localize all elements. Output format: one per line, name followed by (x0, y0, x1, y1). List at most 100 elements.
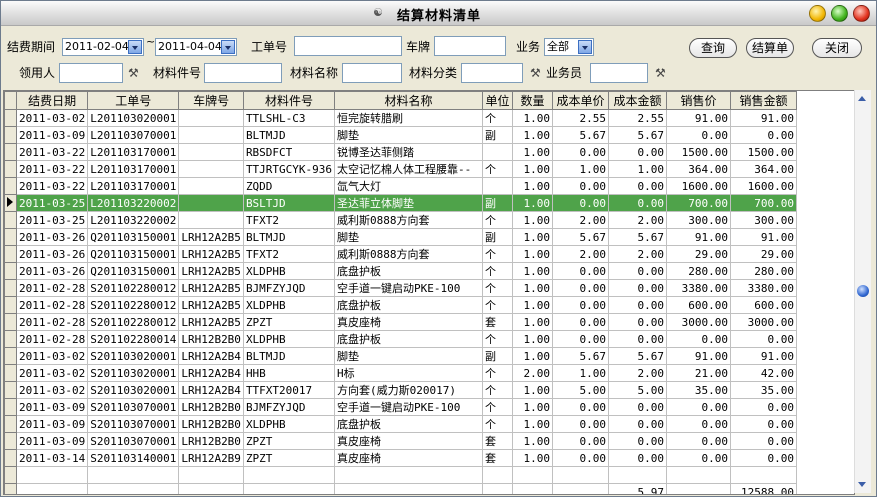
column-header[interactable]: 数量 (512, 91, 554, 110)
row-indicator[interactable] (4, 381, 17, 399)
row-indicator[interactable] (4, 347, 17, 365)
table-cell[interactable]: 0.00 (730, 432, 798, 450)
row-indicator[interactable] (4, 160, 17, 178)
maximize-button[interactable] (831, 5, 848, 22)
staff-picker-icon[interactable]: ⚒ (655, 65, 667, 81)
table-cell[interactable]: S201103070001 (87, 398, 180, 416)
table-cell[interactable]: 个 (482, 245, 514, 263)
table-cell[interactable]: L201103170001 (87, 160, 180, 178)
table-cell[interactable]: ZPZT (242, 432, 336, 450)
minimize-button[interactable] (809, 5, 826, 22)
scroll-down-icon[interactable] (858, 482, 866, 487)
table-cell[interactable]: 0.00 (730, 415, 798, 433)
column-header[interactable]: 销售金额 (730, 91, 798, 110)
table-cell[interactable]: 21.00 (666, 364, 732, 382)
table-cell[interactable]: LRH12B2B0 (178, 330, 244, 348)
table-cell[interactable] (482, 143, 514, 161)
table-cell[interactable]: 2.00 (608, 245, 668, 263)
title-bar[interactable]: ☯ 结算材料清单 (1, 1, 876, 26)
table-cell[interactable]: TTFXT20017 (242, 381, 336, 399)
table-cell[interactable]: 个 (482, 398, 514, 416)
table-cell[interactable]: L201103070001 (87, 126, 180, 144)
table-cell[interactable]: 300.00 (730, 211, 798, 229)
table-cell[interactable]: BLTMJD (242, 126, 336, 144)
table-cell[interactable]: LRH12A2B5 (178, 245, 244, 263)
table-cell[interactable]: 2011-03-02 (15, 381, 89, 399)
table-cell[interactable]: 2.00 (552, 211, 610, 229)
table-cell[interactable]: S201103020001 (87, 364, 180, 382)
table-cell[interactable] (178, 126, 244, 144)
row-indicator[interactable] (4, 364, 17, 382)
table-cell[interactable]: BJMFZYJQD (242, 398, 336, 416)
table-cell[interactable]: XLDPHB (242, 415, 336, 433)
table-cell[interactable]: 脚垫 (334, 347, 484, 365)
table-row[interactable]: 2011-02-28 S201102280014 LRH12B2B0 XLDPHB 底盘… (4, 330, 798, 348)
table-cell[interactable]: LRH12A2B4 (178, 364, 244, 382)
row-indicator[interactable] (4, 194, 17, 212)
date-from-dropdown-icon[interactable] (128, 40, 142, 54)
table-cell[interactable]: S201103020001 (87, 347, 180, 365)
table-cell[interactable]: 1600.00 (730, 177, 798, 195)
table-cell[interactable]: 脚垫 (334, 228, 484, 246)
scroll-thumb[interactable] (857, 285, 869, 297)
table-row[interactable]: 2011-03-02 S201103020001 LRH12A2B4 TTFXT200… (4, 381, 798, 399)
table-cell[interactable]: 个 (482, 211, 514, 229)
column-header[interactable]: 销售价 (666, 91, 732, 110)
table-cell[interactable] (178, 143, 244, 161)
table-cell[interactable]: 0.00 (552, 279, 610, 297)
table-cell[interactable]: 0.00 (552, 296, 610, 314)
table-cell[interactable]: 个 (482, 160, 514, 178)
table-cell[interactable]: 1.00 (512, 347, 554, 365)
table-cell[interactable]: 2.00 (512, 364, 554, 382)
settlement-sheet-button[interactable]: 结算单 (746, 38, 794, 58)
table-cell[interactable]: 2011-02-28 (15, 296, 89, 314)
column-header[interactable]: 材料件号 (242, 91, 336, 110)
table-cell[interactable]: 2011-03-09 (15, 415, 89, 433)
table-cell[interactable]: TFXT2 (242, 211, 336, 229)
table-cell[interactable]: 真皮座椅 (334, 432, 484, 450)
table-cell[interactable]: 5.67 (552, 347, 610, 365)
table-cell[interactable]: 91.00 (730, 109, 798, 127)
table-cell[interactable]: RBSDFCT (242, 143, 336, 161)
table-cell[interactable]: BLTMJD (242, 228, 336, 246)
table-cell[interactable]: 底盘护板 (334, 330, 484, 348)
table-cell[interactable]: 套 (482, 449, 514, 467)
table-cell[interactable]: TTLSHL-C3 (242, 109, 336, 127)
table-cell[interactable]: 1.00 (608, 160, 668, 178)
table-cell[interactable]: 0.00 (666, 126, 732, 144)
table-cell[interactable]: ZPZT (242, 313, 336, 331)
table-cell[interactable]: 3000.00 (666, 313, 732, 331)
table-cell[interactable]: 1.00 (512, 126, 554, 144)
table-cell[interactable]: 1.00 (512, 262, 554, 280)
window-close-button[interactable] (853, 5, 870, 22)
table-cell[interactable]: LRH12A2B4 (178, 381, 244, 399)
table-cell[interactable]: 副 (482, 347, 514, 365)
table-cell[interactable]: 1.00 (552, 364, 610, 382)
table-cell[interactable]: 2011-03-02 (15, 109, 89, 127)
category-input[interactable] (461, 63, 523, 83)
scroll-up-icon[interactable] (858, 96, 866, 101)
table-cell[interactable]: LRH12A2B5 (178, 313, 244, 331)
part-no-input[interactable] (204, 63, 282, 83)
query-button[interactable]: 查询 (689, 38, 737, 58)
business-dropdown-icon[interactable] (578, 40, 592, 54)
table-cell[interactable]: Q201103150001 (87, 262, 180, 280)
table-cell[interactable]: 2011-03-02 (15, 364, 89, 382)
table-cell[interactable]: S201103020001 (87, 381, 180, 399)
table-cell[interactable]: 0.00 (730, 126, 798, 144)
table-cell[interactable] (178, 160, 244, 178)
table-cell[interactable]: 0.00 (552, 330, 610, 348)
table-cell[interactable]: 0.00 (730, 398, 798, 416)
table-cell[interactable]: 0.00 (552, 262, 610, 280)
column-header[interactable]: 工单号 (87, 91, 180, 110)
table-cell[interactable]: 1.00 (512, 381, 554, 399)
table-cell[interactable]: LRH12B2B0 (178, 415, 244, 433)
table-cell[interactable]: L201103220002 (87, 211, 180, 229)
category-picker-icon[interactable]: ⚒ (530, 65, 542, 81)
table-cell[interactable]: 1.00 (512, 211, 554, 229)
table-cell[interactable]: 0.00 (552, 177, 610, 195)
table-cell[interactable]: 5.00 (608, 381, 668, 399)
table-cell[interactable]: XLDPHB (242, 262, 336, 280)
row-indicator[interactable] (4, 245, 17, 263)
plate-input[interactable] (434, 36, 506, 56)
